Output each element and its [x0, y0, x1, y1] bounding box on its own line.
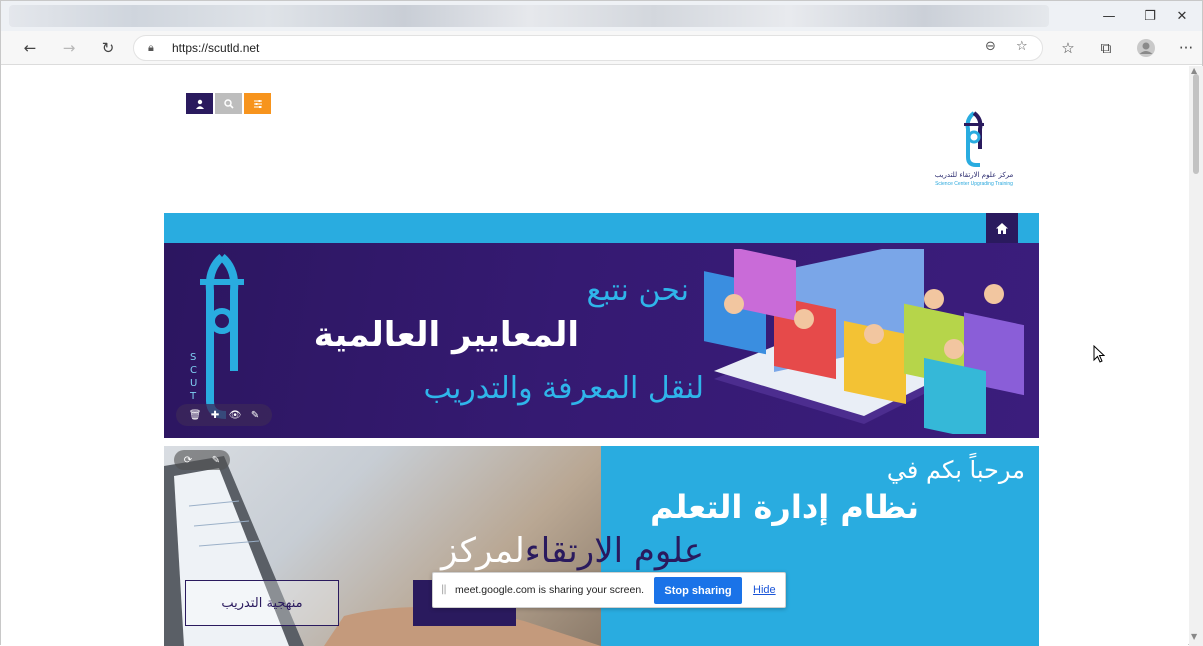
tab-strip[interactable] [9, 5, 1049, 27]
address-bar[interactable]: 🔒︎ https://scutld.net ⊖ ☆ [133, 35, 1043, 61]
more-options-icon[interactable]: ··· [1173, 36, 1199, 60]
top-utility-buttons [186, 93, 273, 114]
back-icon[interactable]: ← [17, 36, 43, 60]
page-viewport: مركز علوم الارتقاء للتدريب Science Cente… [1, 66, 1188, 646]
drag-handle-icon[interactable]: || [441, 584, 447, 595]
hero-banner-welcome: مرحباً بكم في نظام إدارة التعلم علوم الا… [164, 446, 1039, 646]
user-icon[interactable] [186, 93, 213, 114]
screen-share-notification: || meet.google.com is sharing your scree… [432, 572, 786, 608]
zoom-out-icon[interactable]: ⊖ [985, 39, 996, 54]
search-icon[interactable] [215, 93, 242, 114]
close-window-button[interactable]: ✕ [1164, 1, 1200, 31]
training-methodology-button[interactable]: منهجية التدريب [185, 580, 339, 626]
banner2-line3-light: لمركز [441, 531, 525, 571]
banner1-edit-toolbar: 🗑︎ ✚ 👁︎ ✎ [176, 404, 272, 426]
collections-icon[interactable]: ⧉ [1093, 36, 1119, 60]
refresh-icon[interactable]: ↻ [95, 36, 121, 60]
hide-link[interactable]: Hide [753, 584, 776, 596]
share-message: meet.google.com is sharing your screen. [455, 584, 645, 596]
vertical-scrollbar[interactable]: ▲ ▼ [1189, 66, 1203, 646]
mouse-cursor-icon [1093, 345, 1105, 363]
banner2-line3-dark: علوم الارتقاء [524, 531, 704, 571]
banner2-edit-toolbar: ⟳ ✎ [174, 450, 230, 470]
navigation-bar: ← → ↻ 🔒︎ https://scutld.net ⊖ ☆ ☆ ⧉ ··· [1, 31, 1202, 65]
browser-window: — ❐ ✕ ← → ↻ 🔒︎ https://scutld.net ⊖ ☆ ☆ … [0, 0, 1203, 646]
restore-button[interactable]: ❐ [1132, 1, 1168, 31]
minimize-button[interactable]: — [1091, 1, 1127, 31]
add-favorite-icon[interactable]: ☆ [1016, 39, 1028, 54]
banner1-line2: المعايير العالمية [313, 315, 579, 355]
scroll-down-icon[interactable]: ▼ [1191, 632, 1197, 641]
site-container: مركز علوم الارتقاء للتدريب Science Cente… [164, 93, 1039, 646]
add-icon[interactable]: ✚ [211, 410, 219, 421]
banner2-line2: نظام إدارة التعلم [650, 488, 919, 526]
logo-arabic-text: مركز علوم الارتقاء للتدريب [934, 171, 1014, 179]
edit-pencil-icon[interactable]: ✎ [212, 455, 220, 466]
url-text[interactable]: https://scutld.net [172, 41, 259, 55]
title-bar: — ❐ ✕ [1, 1, 1202, 31]
favorites-icon[interactable]: ☆ [1055, 36, 1081, 60]
refresh-slide-icon[interactable]: ⟳ [184, 455, 192, 466]
main-menu-bar [164, 213, 1039, 243]
edit-pencil-icon[interactable]: ✎ [251, 410, 259, 421]
banner1-line1: نحن نتبع [586, 273, 689, 308]
scroll-thumb[interactable] [1193, 74, 1199, 174]
banner2-line3: علوم الارتقاءلمركز [441, 531, 704, 571]
forward-icon[interactable]: → [56, 36, 82, 60]
lock-icon[interactable]: 🔒︎ [148, 41, 154, 55]
banner1-line3: لنقل المعرفة والتدريب [423, 371, 705, 406]
logo-emblem-icon [964, 111, 984, 167]
delete-icon[interactable]: 🗑︎ [189, 410, 202, 421]
scut-vertical-text: SCUT [190, 352, 198, 402]
banner2-line1: مرحباً بكم في [886, 456, 1025, 484]
video-conference-illustration [704, 249, 1024, 434]
home-icon[interactable] [986, 213, 1018, 243]
hero-banner-standards: SCUT نحن نتبع المعايير العالمية لنقل الم… [164, 243, 1039, 438]
stop-sharing-button[interactable]: Stop sharing [654, 577, 742, 604]
settings-sliders-icon[interactable] [244, 93, 271, 114]
site-logo[interactable]: مركز علوم الارتقاء للتدريب Science Cente… [924, 109, 1024, 193]
logo-english-text: Science Center Upgrading Training [935, 181, 1013, 187]
profile-avatar-icon[interactable] [1133, 36, 1159, 60]
view-icon[interactable]: 👁︎ [229, 410, 242, 421]
